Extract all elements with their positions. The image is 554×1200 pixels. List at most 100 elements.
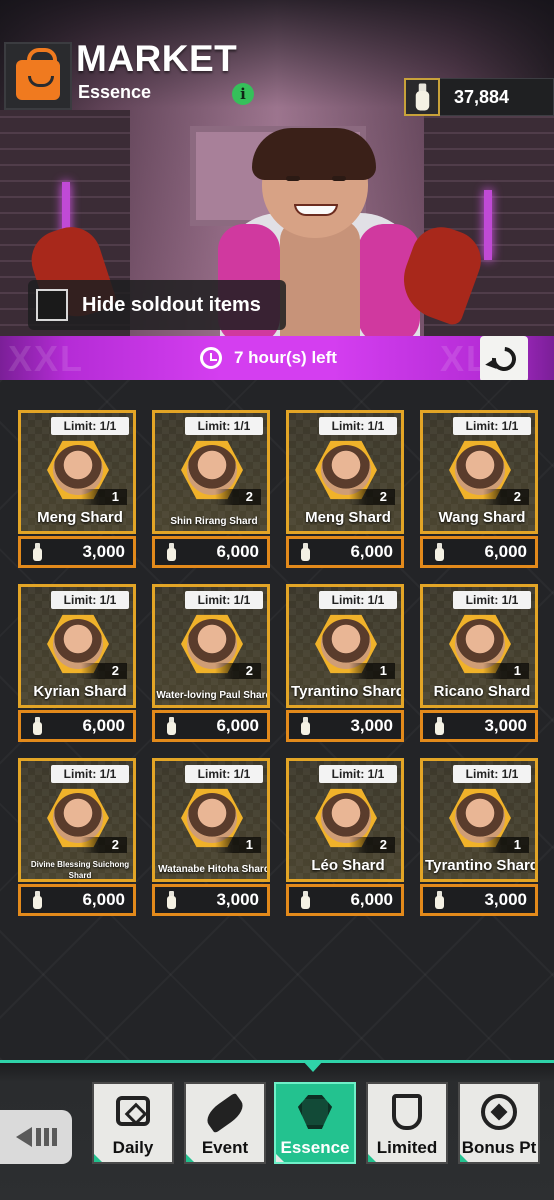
character-portrait [53,445,103,495]
item-frame: Limit: 1/1 1 Tyrantino Shard [286,584,404,708]
item-name: Divine Blessing Suichong Shard [30,860,130,880]
item-frame: Limit: 1/1 2 Léo Shard [286,758,404,882]
tab-daily[interactable]: Daily [92,1082,174,1164]
item-quantity: 2 [349,489,395,505]
tab-essence[interactable]: Essence [274,1082,356,1164]
item-name: Watanabe Hitoha Shard [158,864,270,875]
character-portrait [53,619,103,669]
character-portrait [321,619,371,669]
hide-soldout-toggle[interactable]: Hide soldout items [28,280,286,330]
hide-soldout-checkbox[interactable] [36,289,68,321]
fish-icon [202,1092,248,1134]
shop-item-card[interactable]: Limit: 1/1 2 Shin Rirang Shard 6,000 [152,410,270,568]
shop-item-card[interactable]: Limit: 1/1 2 Divine Blessing Suichong Shar… [18,758,136,916]
item-price: 3,000 [216,890,259,909]
shop-item-card[interactable]: Limit: 1/1 1 Ricano Shard 3,000 [420,584,538,742]
character-portrait [455,619,505,669]
shop-item-card[interactable]: Limit: 1/1 1 Meng Shard 3,000 [18,410,136,568]
active-tab-indicator [302,1060,324,1072]
shop-item-card[interactable]: Limit: 1/1 1 Tyrantino Shard 3,000 [420,758,538,916]
shop-item-card[interactable]: Limit: 1/1 2 Meng Shard 6,000 [286,410,404,568]
currency-amount: 37,884 [454,86,510,107]
tab-label: Limited [376,1138,438,1157]
item-frame: Limit: 1/1 1 Meng Shard [18,410,136,534]
item-quantity: 2 [81,663,127,679]
item-quantity: 1 [349,663,395,679]
purchase-limit: Limit: 1/1 [453,417,531,435]
purchase-limit: Limit: 1/1 [51,417,129,435]
tab-event[interactable]: Event [184,1082,266,1164]
price-button[interactable]: 6,000 [286,884,404,916]
item-name: Meng Shard [305,509,391,526]
price-button[interactable]: 3,000 [18,536,136,568]
tab-limited[interactable]: Limited [366,1082,448,1164]
shop-item-card[interactable]: Limit: 1/1 2 Water-loving Paul Shard 6,000 [152,584,270,742]
gem-icon [298,1095,332,1129]
essence-bottle-icon [32,891,42,909]
item-quantity: 1 [483,837,529,853]
tab-label: Event [201,1138,249,1157]
essence-bottle-icon [166,891,176,909]
purchase-limit: Limit: 1/1 [185,417,263,435]
price-button[interactable]: 3,000 [420,710,538,742]
price-button[interactable]: 3,000 [286,710,404,742]
item-frame: Limit: 1/1 1 Tyrantino Shard [420,758,538,882]
purchase-limit: Limit: 1/1 [453,765,531,783]
essence-bottle-icon [434,717,444,735]
shop-item-card[interactable]: Limit: 1/1 2 Léo Shard 6,000 [286,758,404,916]
essence-bottle-icon [300,543,310,561]
tab-label: Bonus Pt [461,1138,537,1157]
back-button[interactable] [0,1110,72,1164]
item-price: 6,000 [216,716,259,735]
purchase-limit: Limit: 1/1 [51,591,129,609]
price-button[interactable]: 6,000 [152,710,270,742]
item-price: 6,000 [82,716,125,735]
price-button[interactable]: 3,000 [420,884,538,916]
character-portrait [187,793,237,843]
item-frame: Limit: 1/1 1 Watanabe Hitoha Shard [152,758,270,882]
chest-icon [116,1096,150,1126]
purchase-limit: Limit: 1/1 [185,591,263,609]
shop-item-card[interactable]: Limit: 1/1 1 Watanabe Hitoha Shard 3,000 [152,758,270,916]
item-price: 6,000 [82,890,125,909]
price-button[interactable]: 6,000 [286,536,404,568]
shop-subtitle: Essence [78,82,152,102]
price-button[interactable]: 6,000 [152,536,270,568]
item-name: Ricano Shard [433,683,531,700]
item-name: Kyrian Shard [33,683,127,700]
item-quantity: 2 [81,837,127,853]
item-quantity: 2 [215,663,261,679]
essence-bottle-icon [300,717,310,735]
price-button[interactable]: 6,000 [420,536,538,568]
essence-bottle-icon [300,891,310,909]
character-portrait [321,445,371,495]
character-portrait [187,619,237,669]
tab-bonus-pt[interactable]: Bonus Pt [458,1082,540,1164]
item-price: 3,000 [484,890,527,909]
item-price: 6,000 [484,542,527,561]
essence-bottle-icon [434,891,444,909]
item-name: Meng Shard [37,509,123,526]
refresh-button[interactable] [480,336,528,382]
essence-bottle-icon [166,543,176,561]
timer-bar: XXL XL 7 hour(s) left [0,336,554,380]
item-price: 6,000 [216,542,259,561]
shop-item-card[interactable]: Limit: 1/1 1 Tyrantino Shard 3,000 [286,584,404,742]
character-portrait [455,445,505,495]
price-button[interactable]: 6,000 [18,710,136,742]
purchase-limit: Limit: 1/1 [453,591,531,609]
info-icon[interactable]: i [232,83,254,105]
item-name: Tyrantino Shard [425,857,538,874]
tab-label: Essence [280,1138,350,1157]
item-quantity: 1 [81,489,127,505]
item-frame: Limit: 1/1 2 Shin Rirang Shard [152,410,270,534]
shop-item-card[interactable]: Limit: 1/1 2 Wang Shard 6,000 [420,410,538,568]
price-button[interactable]: 3,000 [152,884,270,916]
shop-item-card[interactable]: Limit: 1/1 2 Kyrian Shard 6,000 [18,584,136,742]
item-name: Shin Rirang Shard [170,516,258,527]
price-button[interactable]: 6,000 [18,884,136,916]
item-name: Léo Shard [311,857,385,874]
item-quantity: 2 [349,837,395,853]
essence-bottle-icon [404,78,440,116]
item-frame: Limit: 1/1 2 Water-loving Paul Shard [152,584,270,708]
